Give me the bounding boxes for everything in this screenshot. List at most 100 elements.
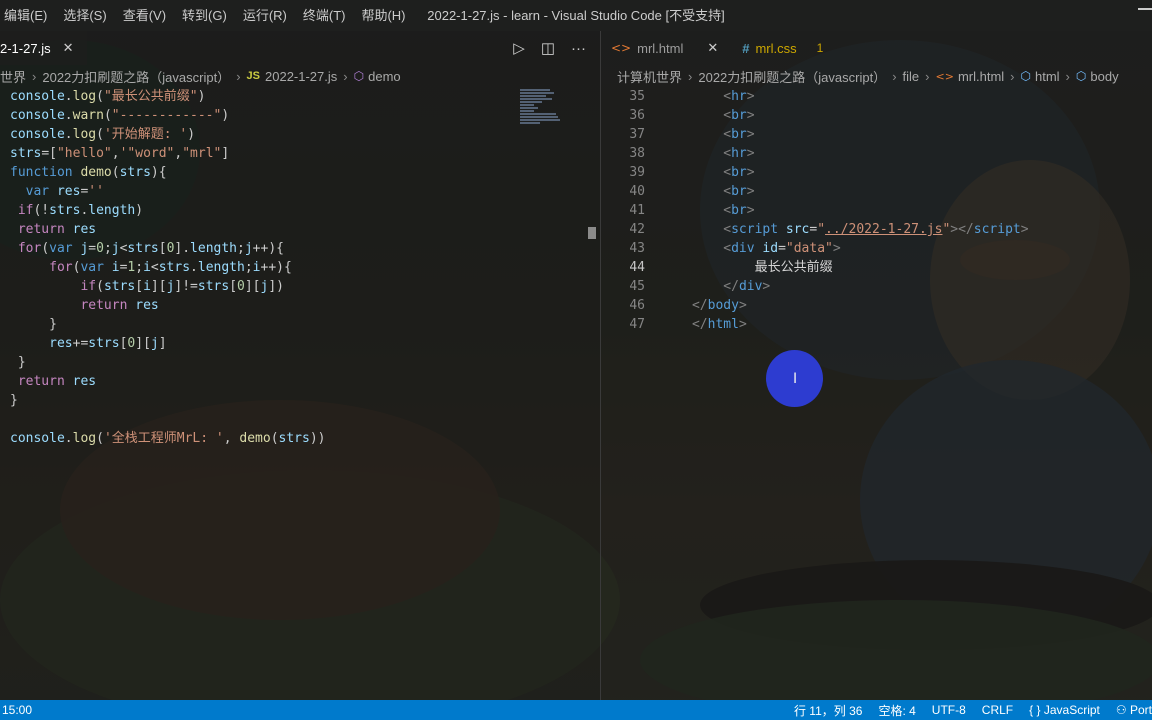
div-inner-text: 最长公共前缀 — [754, 260, 833, 275]
menu-go[interactable]: 转到(G) — [174, 0, 235, 31]
code-line: for(var i=1;i<strs.length;i++){ — [49, 260, 292, 275]
breadcrumb-item[interactable]: file — [903, 69, 920, 84]
code-line: 40 <br> — [601, 182, 1152, 201]
menu-terminal[interactable]: 终端(T) — [295, 0, 354, 31]
menu-selection[interactable]: 选择(S) — [55, 0, 114, 31]
code-line: } — [10, 355, 26, 370]
element-icon: ⬡ — [1075, 69, 1087, 83]
menu-bar: 编辑(E) 选择(S) 查看(V) 转到(G) 运行(R) 终端(T) 帮助(H… — [0, 0, 414, 31]
more-actions-icon[interactable]: ··· — [571, 40, 586, 57]
html-file-icon: <> — [935, 69, 954, 83]
menu-edit[interactable]: 编辑(E) — [0, 0, 55, 31]
code-line: 41 <br> — [601, 201, 1152, 220]
code-line: function demo(strs){ — [10, 165, 167, 180]
tab-mrl-css[interactable]: # mrl.css 1 — [732, 31, 837, 65]
code-editor-js[interactable]: console.log("最长公共前缀") console.warn("----… — [10, 87, 600, 700]
code-line: } — [10, 393, 18, 408]
code-line-active: 44 最长公共前缀 — [601, 258, 1152, 277]
code-line: res+=strs[0][j] — [49, 336, 167, 351]
line-number: 46 — [629, 298, 645, 313]
tab-label: 2-1-27.js — [0, 40, 51, 56]
code-line: 39 <br> — [601, 163, 1152, 182]
line-number: 43 — [629, 241, 645, 256]
close-icon[interactable]: ✕ — [707, 40, 718, 56]
line-number: 45 — [629, 279, 645, 294]
function-symbol-icon: ⬡ — [353, 69, 365, 83]
breadcrumb: 计算机世界 › 2022力扣刷题之路（javascript） › file › … — [617, 67, 1119, 86]
text-cursor-icon: I — [793, 371, 798, 387]
code-line: if(strs[i][j]!=strs[0][j]) — [80, 279, 284, 294]
menu-run[interactable]: 运行(R) — [235, 0, 295, 31]
code-line: return res — [80, 298, 159, 313]
split-editor-icon[interactable]: ◫ — [541, 39, 555, 57]
code-line: if(!strs.length) — [17, 203, 144, 218]
tab-label: mrl.css — [755, 40, 797, 56]
language-label: JavaScript — [1043, 703, 1100, 717]
problem-count-badge: 1 — [816, 41, 824, 55]
line-number: 39 — [629, 165, 645, 180]
menu-help[interactable]: 帮助(H) — [353, 0, 413, 31]
line-number: 42 — [629, 222, 645, 237]
run-icon[interactable]: ▷ — [513, 39, 525, 57]
line-number: 38 — [629, 146, 645, 161]
line-number: 40 — [629, 184, 645, 199]
code-line: var res='' — [25, 184, 104, 199]
left-tab-bar: 2-1-27.js ✕ ▷ ◫ ··· — [0, 31, 600, 65]
status-cursor-position[interactable]: 行 11，列 36 — [794, 702, 862, 719]
code-editor-html[interactable]: 35 <hr> 36 <br> 37 <br> 38 <hr> 39 <br> … — [601, 87, 1152, 700]
title-bar: 编辑(E) 选择(S) 查看(V) 转到(G) 运行(R) 终端(T) 帮助(H… — [0, 0, 1152, 31]
status-time[interactable]: 15:00 — [2, 703, 32, 717]
breadcrumb-item[interactable]: demo — [368, 69, 401, 84]
status-port[interactable]: ⚇ Port — [1116, 703, 1152, 717]
code-line: } — [10, 317, 57, 332]
scrollbar-thumb[interactable] — [588, 227, 596, 239]
breadcrumb: 世界 › 2022力扣刷题之路（javascript） › JS 2022-1-… — [0, 67, 401, 86]
minimize-icon[interactable] — [1138, 8, 1152, 10]
line-number: 44 — [629, 260, 645, 275]
code-line: 38 <hr> — [601, 144, 1152, 163]
code-line: console.log('全栈工程师MrL: ', demo(strs)) — [10, 431, 326, 446]
breadcrumb-item[interactable]: mrl.html — [958, 69, 1004, 84]
breadcrumb-item[interactable]: html — [1035, 69, 1060, 84]
breadcrumb-item[interactable]: 世界 — [0, 67, 26, 86]
plug-icon: ⚇ — [1115, 703, 1127, 717]
code-line: for(var j=0;j<strs[0].length;j++){ — [17, 241, 284, 256]
breadcrumb-item[interactable]: 2022力扣刷题之路（javascript） — [42, 67, 230, 86]
right-tab-bar: <> mrl.html ✕ # mrl.css 1 — [601, 31, 1152, 65]
code-line: console.warn("------------") — [10, 108, 230, 123]
close-icon[interactable]: ✕ — [63, 40, 74, 56]
line-number: 37 — [629, 127, 645, 142]
line-number: 36 — [629, 108, 645, 123]
menu-view[interactable]: 查看(V) — [115, 0, 174, 31]
code-line: 37 <br> — [601, 125, 1152, 144]
code-line: 47 </html> — [601, 315, 1152, 334]
element-icon: ⬡ — [1020, 69, 1031, 83]
breadcrumb-item[interactable]: 计算机世界 — [617, 67, 682, 86]
minimap[interactable] — [520, 89, 566, 129]
status-language[interactable]: { } JavaScript — [1029, 703, 1100, 717]
code-line: 36 <br> — [601, 106, 1152, 125]
line-number: 35 — [629, 89, 645, 104]
code-line: console.log('开始解题: ') — [10, 127, 196, 142]
left-editor-group: 2-1-27.js ✕ ▷ ◫ ··· 世界 › 2022力扣刷题之路（java… — [0, 31, 600, 700]
right-editor-group: <> mrl.html ✕ # mrl.css 1 计算机世界 › 2022力扣… — [600, 31, 1152, 700]
status-indentation[interactable]: 空格: 4 — [878, 702, 915, 719]
code-line: 46 </body> — [601, 296, 1152, 315]
braces-icon: { } — [1029, 703, 1041, 717]
line-number: 41 — [629, 203, 645, 218]
status-encoding[interactable]: UTF-8 — [932, 703, 966, 717]
breadcrumb-item[interactable]: 2022-1-27.js — [265, 69, 337, 84]
status-bar: 15:00 行 11，列 36 空格: 4 UTF-8 CRLF { } Jav… — [0, 700, 1152, 720]
tab-mrl-html[interactable]: <> mrl.html ✕ — [601, 31, 732, 65]
port-label: Port — [1129, 703, 1152, 717]
code-line: 35 <hr> — [601, 87, 1152, 106]
code-line: return res — [17, 222, 97, 237]
code-line: console.log("最长公共前缀") — [10, 89, 206, 104]
breadcrumb-item[interactable]: 2022力扣刷题之路（javascript） — [698, 67, 886, 86]
line-number: 47 — [629, 317, 645, 332]
css-file-icon: # — [742, 40, 750, 56]
breadcrumb-item[interactable]: body — [1090, 69, 1118, 84]
tab-2022-1-27-js[interactable]: 2-1-27.js ✕ — [0, 31, 88, 65]
status-eol[interactable]: CRLF — [982, 703, 1013, 717]
code-line: 42 <script src="../2022-1-27.js"></scrip… — [601, 220, 1152, 239]
